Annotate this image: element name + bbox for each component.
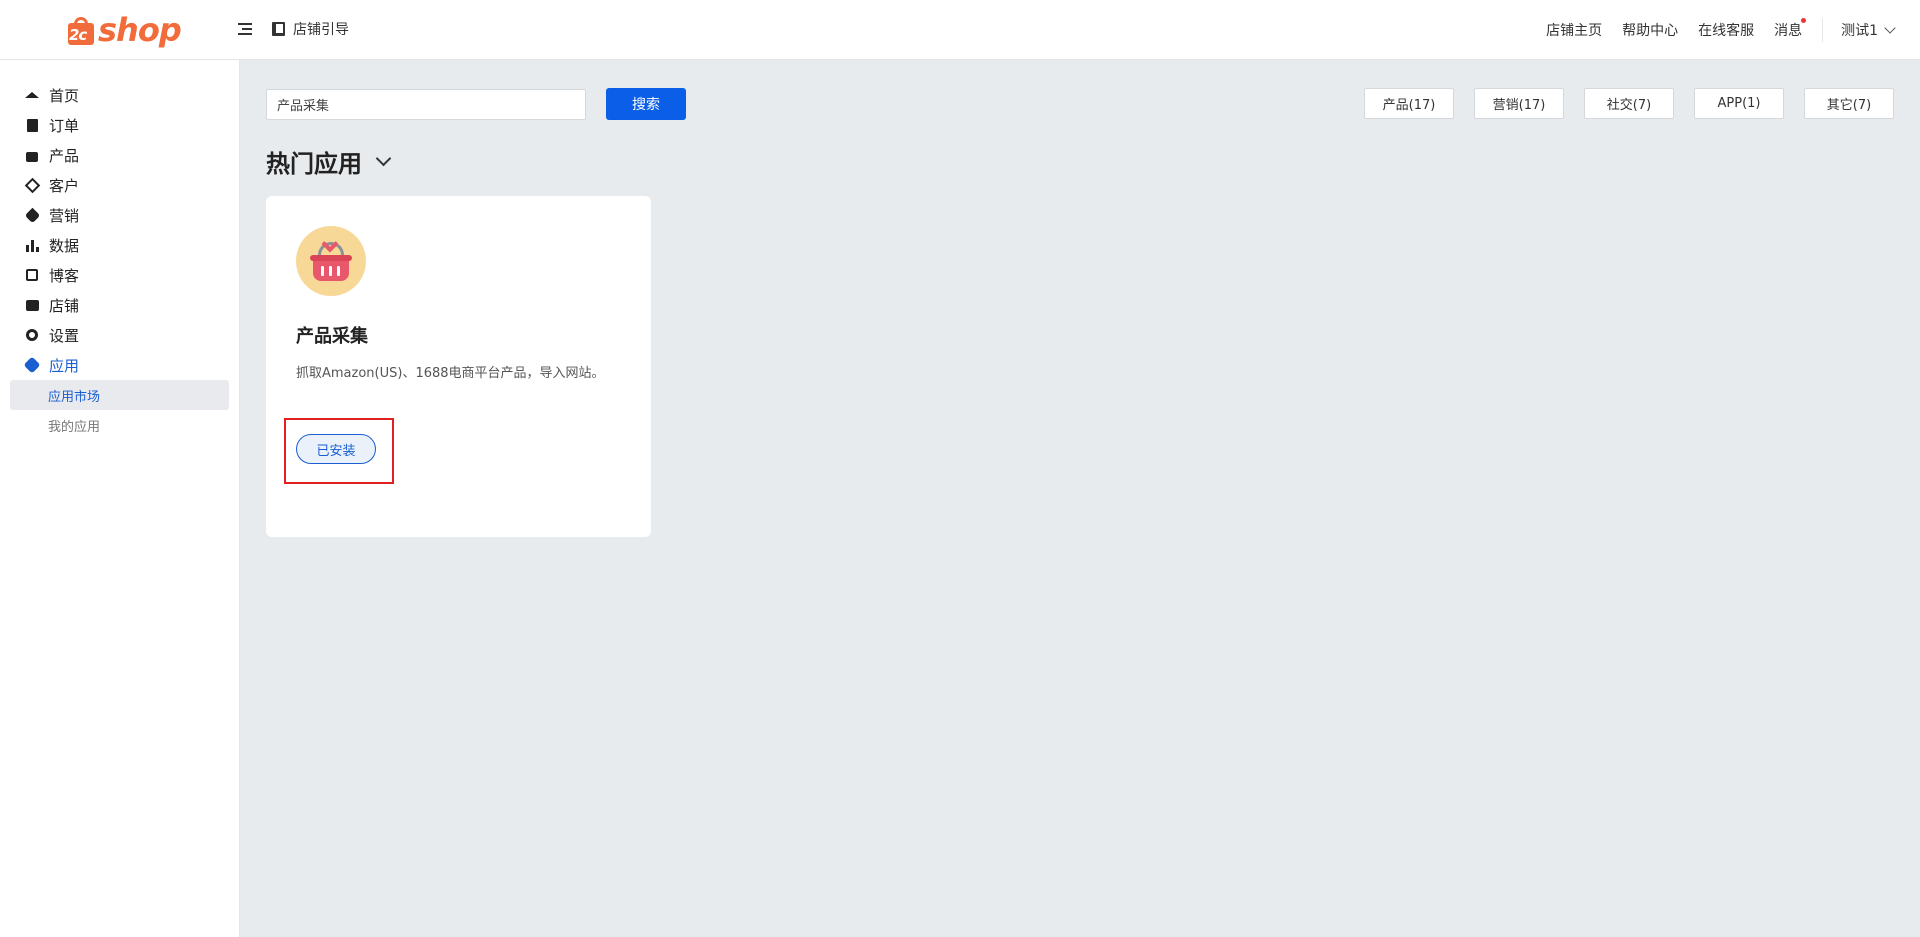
sidebar-item-label: 订单 [49,116,80,135]
top-header: 2c shop 店铺引导 店铺主页 帮助中心 在线客服 消息 测试1 [0,0,1920,60]
sidebar-item-home[interactable]: 首页 [0,80,239,110]
store-guide-link[interactable]: 店铺引导 [272,19,349,39]
sidebar-item-settings[interactable]: 设置 [0,320,239,350]
chevron-down-icon [375,150,392,167]
sidebar-item-label: 店铺 [49,296,80,315]
search-input[interactable] [266,89,586,120]
chevron-down-icon [1884,21,1896,34]
tab-marketing[interactable]: 营销(17) [1474,88,1564,119]
sidebar-item-label: 博客 [49,266,80,285]
sidebar-item-marketing[interactable]: 营销 [0,200,239,230]
sidebar-item-apps[interactable]: 应用 [0,350,239,380]
logo-badge-text: 2c [69,26,87,44]
sidebar-item-blog[interactable]: 博客 [0,260,239,290]
edit-icon [25,268,39,282]
messages-label: 消息 [1774,23,1803,39]
tag-icon [24,207,40,223]
sidebar-subitem-label: 我的应用 [48,419,101,435]
sidebar-item-label: 应用 [49,356,80,375]
tab-app[interactable]: APP(1) [1694,88,1784,119]
clipboard-icon [25,118,39,132]
messages-link[interactable]: 消息 [1774,18,1807,40]
user-menu[interactable]: 测试1 [1841,20,1896,40]
shopping-bag-icon [25,148,39,162]
tab-social[interactable]: 社交(7) [1584,88,1674,119]
sidebar: 首页 订单 产品 客户 营销 数据 博客 店铺 设置 应用 应用市场 我的应用 [0,60,240,937]
store-guide-label: 店铺引导 [293,22,349,38]
sidebar-item-products[interactable]: 产品 [0,140,239,170]
sidebar-item-label: 首页 [49,86,80,105]
header-divider [1822,18,1824,42]
user-name: 测试1 [1841,23,1878,39]
puzzle-icon [23,356,41,374]
search-button[interactable]: 搜索 [606,88,686,120]
bar-chart-icon [25,238,39,252]
shopping-basket-icon [296,226,366,296]
logo-text: shop [98,11,182,49]
tab-products[interactable]: 产品(17) [1364,88,1454,119]
sidebar-item-label: 营销 [49,206,80,225]
sidebar-item-label: 产品 [49,146,80,165]
book-icon [272,22,285,36]
notification-dot [1801,18,1807,23]
sidebar-item-label: 客户 [49,176,80,195]
app-description: 抓取Amazon(US)、1688电商平台产品，导入网站。 [296,366,605,381]
top-nav-links: 店铺主页 帮助中心 在线客服 消息 测试1 [1546,0,1920,60]
sidebar-item-label: 设置 [49,326,80,345]
sidebar-item-data[interactable]: 数据 [0,230,239,260]
online-support-link[interactable]: 在线客服 [1698,20,1754,40]
sidebar-item-customers[interactable]: 客户 [0,170,239,200]
store-home-link[interactable]: 店铺主页 [1546,20,1602,40]
app-card[interactable]: 产品采集 抓取Amazon(US)、1688电商平台产品，导入网站。 已安装 [266,196,651,537]
tab-other[interactable]: 其它(7) [1804,88,1894,119]
section-title: 热门应用 [266,150,362,178]
category-tabs: 产品(17) 营销(17) 社交(7) APP(1) 其它(7) [1364,88,1894,119]
installed-button[interactable]: 已安装 [296,434,376,464]
gear-icon [25,328,39,342]
logo[interactable]: 2c shop [66,10,182,50]
sidebar-item-store[interactable]: 店铺 [0,290,239,320]
menu-toggle-icon[interactable] [238,20,256,38]
store-icon [25,298,39,312]
home-icon [25,88,39,102]
section-title-toggle[interactable]: 热门应用 [266,144,392,179]
sidebar-item-orders[interactable]: 订单 [0,110,239,140]
sidebar-item-label: 数据 [49,236,80,255]
app-name: 产品采集 [296,326,368,347]
shopping-bag-logo-icon: 2c [66,15,96,45]
help-center-link[interactable]: 帮助中心 [1622,20,1678,40]
gem-icon [24,177,40,193]
sidebar-subitem-my-apps[interactable]: 我的应用 [10,410,229,440]
sidebar-subitem-label: 应用市场 [48,389,101,405]
sidebar-subitem-app-market[interactable]: 应用市场 [10,380,229,410]
